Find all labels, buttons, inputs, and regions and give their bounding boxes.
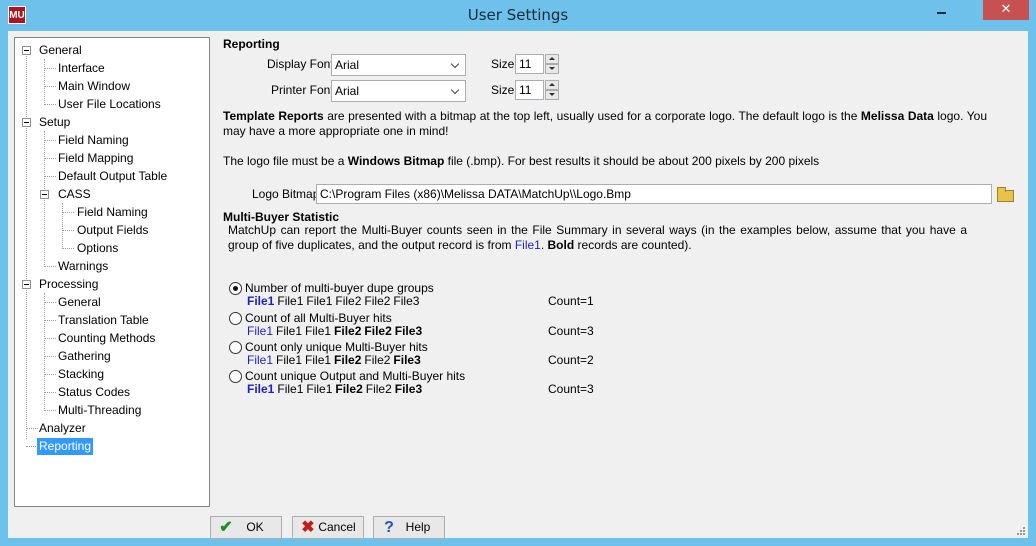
tree-item-multi-threading[interactable]: Multi-Threading (56, 402, 143, 419)
option-dupe-groups-count: Count=1 (548, 294, 594, 308)
tree-item-interface[interactable]: Interface (56, 60, 107, 77)
tree-item-reporting[interactable]: Reporting (37, 438, 94, 455)
tree-item-main-window[interactable]: Main Window (56, 78, 132, 95)
close-button[interactable]: ✕ (983, 0, 1029, 20)
tree-item-setup[interactable]: Setup (37, 114, 72, 131)
display-size-label: Size: (491, 57, 518, 71)
tree-item-processing[interactable]: Processing (37, 276, 100, 293)
tree-item-user-file-locations[interactable]: User File Locations (56, 96, 163, 113)
title-bar[interactable]: MU User Settings ✕ (0, 0, 1036, 31)
option-unique-hits-count: Count=2 (548, 353, 594, 367)
display-size-input[interactable]: 11 (515, 54, 544, 74)
option-unique-output-hits-example: File1 File1 File1 File2 File2 File3 (247, 382, 423, 396)
spin-up-icon[interactable] (545, 80, 559, 90)
chevron-down-icon (447, 55, 465, 75)
multibuyer-heading: Multi-Buyer Statistic (223, 210, 340, 224)
printer-font-value: Arial (335, 84, 360, 98)
logo-requirements-text: The logo file must be a Windows Bitmap f… (223, 154, 820, 168)
tree-item-status-codes[interactable]: Status Codes (56, 384, 132, 401)
tree-item-analyzer[interactable]: Analyzer (37, 420, 88, 437)
help-button-label: Help (405, 520, 431, 534)
radio-dupe-groups[interactable] (229, 282, 242, 295)
tree-item-warnings[interactable]: Warnings (56, 258, 110, 275)
collapse-processing-icon[interactable] (22, 280, 31, 289)
chevron-down-icon (447, 81, 465, 101)
logo-bitmap-label: Logo Bitmap: (252, 187, 323, 201)
printer-font-select[interactable]: Arial (331, 80, 466, 102)
printer-size-spinner[interactable] (545, 80, 559, 100)
spin-up-icon[interactable] (545, 54, 559, 64)
settings-tree[interactable]: General Interface Main Window User File … (14, 37, 210, 507)
tree-item-cass[interactable]: CASS (56, 186, 93, 203)
radio-unique-output-hits[interactable] (229, 370, 242, 383)
option-all-hits-example: File1 File1 File1 File2 File2 File3 (247, 324, 423, 338)
template-reports-text: Template Reports are presented with a bi… (223, 109, 987, 138)
radio-all-hits[interactable] (229, 312, 242, 325)
collapse-setup-icon[interactable] (22, 118, 31, 127)
reporting-heading: Reporting (223, 37, 280, 51)
option-all-hits-label[interactable]: Count of all Multi-Buyer hits (245, 311, 392, 325)
option-unique-output-hits-label[interactable]: Count unique Output and Multi-Buyer hits (245, 369, 465, 383)
tree-item-output-fields[interactable]: Output Fields (75, 222, 150, 239)
option-dupe-groups-label[interactable]: Number of multi-buyer dupe groups (245, 281, 434, 295)
option-dupe-groups-example: File1 File1 File1 File2 File2 File3 (247, 294, 420, 308)
tree-item-translation-table[interactable]: Translation Table (56, 312, 151, 329)
spin-down-icon[interactable] (545, 64, 559, 74)
collapse-cass-icon[interactable] (40, 190, 49, 199)
spin-down-icon[interactable] (545, 90, 559, 100)
option-unique-hits-label[interactable]: Count only unique Multi-Buyer hits (245, 340, 428, 354)
option-all-hits-count: Count=3 (548, 324, 594, 338)
printer-size-input[interactable]: 11 (515, 80, 544, 100)
ok-button-label: OK (246, 520, 264, 534)
tree-item-stacking[interactable]: Stacking (56, 366, 106, 383)
dialog-body: General Interface Main Window User File … (8, 31, 1028, 539)
window-title: User Settings (467, 6, 569, 24)
minimize-button[interactable] (928, 0, 955, 20)
tree-item-counting-methods[interactable]: Counting Methods (56, 330, 157, 347)
tree-item-processing-general[interactable]: General (56, 294, 103, 311)
tree-item-default-output-table[interactable]: Default Output Table (56, 168, 169, 185)
cancel-button[interactable]: ✖ Cancel (292, 516, 364, 539)
logo-bitmap-input[interactable]: C:\Program Files (x86)\Melissa DATA\Matc… (316, 184, 992, 204)
printer-size-label: Size: (491, 83, 518, 97)
tree-item-cass-field-naming[interactable]: Field Naming (75, 204, 150, 221)
cancel-button-label: Cancel (318, 520, 356, 534)
tree-item-field-mapping[interactable]: Field Mapping (56, 150, 135, 167)
help-button[interactable]: ? Help (373, 516, 445, 539)
user-settings-window: MU User Settings ✕ General Interface Mai… (0, 0, 1036, 546)
browse-folder-icon[interactable] (995, 184, 1015, 204)
option-unique-output-hits-count: Count=3 (548, 382, 594, 396)
resize-grip-icon[interactable] (1016, 526, 1026, 536)
display-size-spinner[interactable] (545, 54, 559, 74)
tree-item-gathering[interactable]: Gathering (56, 348, 113, 365)
display-font-select[interactable]: Arial (331, 54, 466, 76)
tree-item-setup-field-naming[interactable]: Field Naming (56, 132, 131, 149)
collapse-general-icon[interactable] (22, 46, 31, 55)
printer-font-label: Printer Font: (271, 83, 338, 97)
tree-item-general[interactable]: General (37, 42, 84, 59)
display-font-value: Arial (335, 58, 360, 72)
ok-button[interactable]: ✔ OK (210, 516, 282, 539)
display-font-label: Display Font: (267, 57, 338, 71)
option-unique-hits-example: File1 File1 File1 File2 File2 File3 (247, 353, 421, 367)
radio-unique-hits[interactable] (229, 341, 242, 354)
tree-item-options[interactable]: Options (75, 240, 120, 257)
multibuyer-description: MatchUp can report the Multi-Buyer count… (228, 223, 967, 252)
